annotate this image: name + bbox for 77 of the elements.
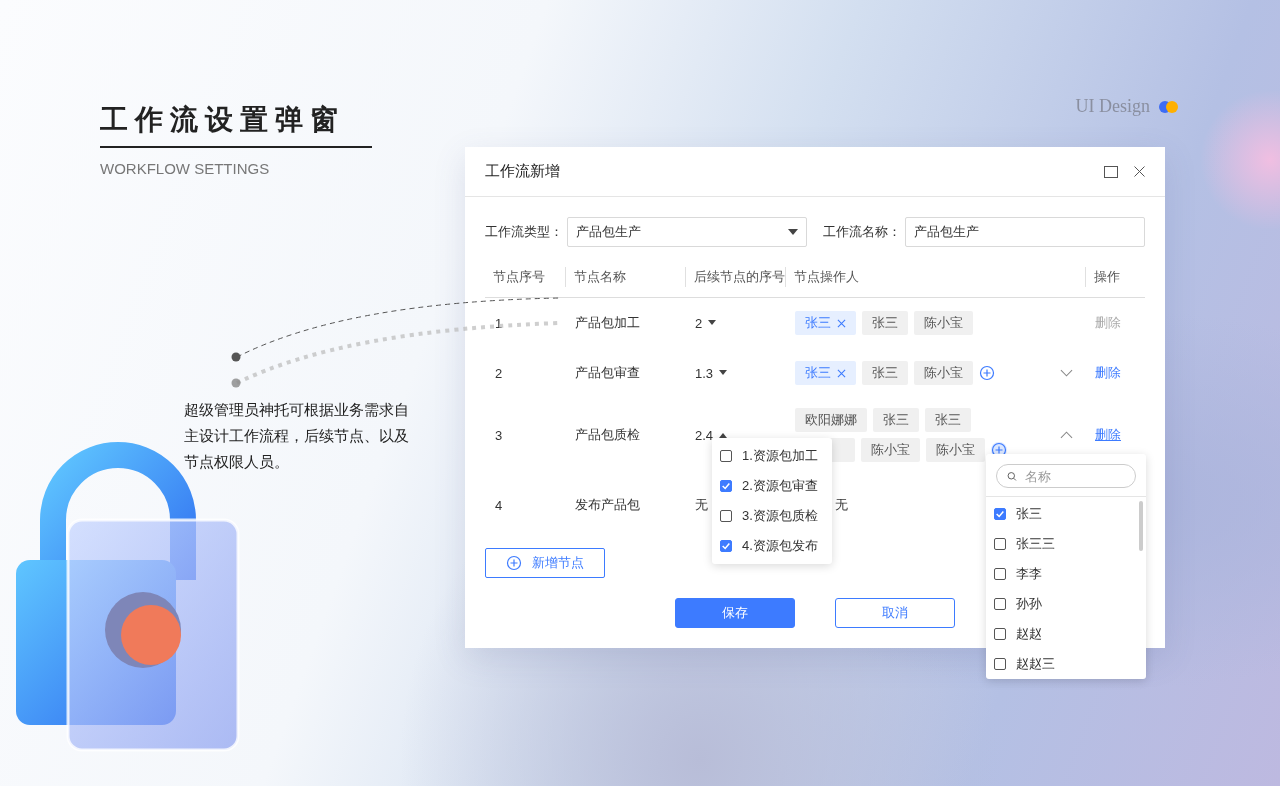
close-icon[interactable] [837,368,846,378]
logo-icon [1158,99,1180,114]
operator-tag[interactable]: 陈小宝 [914,311,973,335]
table-cell-text: 产品包质检 [574,426,641,444]
add-icon[interactable] [506,555,522,571]
list-item[interactable]: 孙孙 [1016,595,1042,613]
field-label: 工作流类型： [485,223,564,241]
table-cell: 无 [695,496,708,514]
table-cell: 无 [835,496,848,514]
operator-tag[interactable]: 张三 [862,311,908,335]
type-select[interactable]: 产品包生产 [567,217,807,247]
list-item[interactable]: 张三 [1016,505,1042,523]
description: 超级管理员神托可根据业务需求自主设计工作流程，后续节点、以及节点权限人员。 [184,400,410,472]
operator-tag[interactable]: 陈小宝 [926,438,985,462]
name-field[interactable]: 产品包生产 [905,217,1145,247]
checkbox[interactable] [994,598,1006,610]
maximize-icon[interactable] [1104,165,1118,178]
delete-link[interactable]: 删除 [1095,365,1121,380]
close-icon[interactable] [837,318,846,328]
page-title: 工作流设置弹窗 [100,103,346,137]
column-header: 节点序号 [492,268,546,286]
scrollbar[interactable] [1139,501,1143,551]
column-header: 节点操作人 [785,267,1085,287]
table-cell-text: 3 [494,427,504,443]
column-header: 后续节点的序号 [685,267,785,287]
table-cell-text: 2 [494,365,504,381]
add-icon[interactable] [979,365,995,381]
caret-icon[interactable] [719,370,728,376]
checkbox[interactable] [720,509,732,522]
operator-tag[interactable]: 张三 [873,408,919,432]
list-item[interactable]: 赵赵 [1016,625,1042,643]
operator-tag[interactable]: 欧阳娜娜 [795,408,867,432]
checkbox[interactable] [994,628,1006,640]
table-cell-text: 产品包审查 [574,364,641,382]
cancel-button[interactable]: 取消 [835,598,955,628]
chevron-icon[interactable] [1060,369,1073,377]
menu-item[interactable]: 1.资源包加工 [742,446,818,465]
close-icon[interactable] [1134,166,1145,177]
table-cell-text: 4 [494,497,504,513]
chevron-icon[interactable] [1060,431,1073,439]
table-cell-text: 发布产品包 [574,496,641,514]
menu-item[interactable]: 2.资源包审查 [742,476,818,495]
caret-icon[interactable] [708,320,717,326]
save-button[interactable]: 保存 [675,598,795,628]
operator-tag[interactable]: 张三 [925,408,971,432]
field-label: 工作流名称： [823,223,902,241]
list-item[interactable]: 张三三 [1016,535,1055,553]
table-cell-text: 1 [494,315,504,331]
operator-tag[interactable]: 陈小宝 [861,438,920,462]
table-cell: 2.4 [695,427,714,443]
table-cell: 2 [695,315,703,331]
menu-item[interactable]: 4.资源包发布 [742,536,818,555]
checkbox[interactable] [994,568,1006,580]
dialog-title: 工作流新增 [485,162,561,181]
checkbox[interactable] [720,479,732,492]
operator-tag[interactable]: 陈小宝 [914,361,973,385]
checkbox[interactable] [720,539,732,552]
column-header: 节点名称 [565,267,685,287]
brand-name: UI Design [1075,96,1150,117]
list-item[interactable]: 赵赵三 [1016,655,1055,673]
delete-link[interactable]: 删除 [1095,427,1121,442]
operator-tag[interactable]: 张三 [862,361,908,385]
checkbox[interactable] [994,508,1006,520]
list-item[interactable]: 李李 [1016,565,1042,583]
checkbox[interactable] [994,658,1006,670]
page-subtitle: WORKFLOW SETTINGS [100,160,271,177]
table-cell-text: 产品包加工 [574,314,641,332]
checkbox[interactable] [994,538,1006,550]
caret-icon [788,228,798,236]
column-header: 操作 [1085,267,1145,287]
menu-item[interactable]: 3.资源包质检 [742,506,818,525]
search-icon [1007,469,1017,483]
operator-tag[interactable]: 张三 [795,361,856,385]
table-cell: 1.3 [695,365,714,381]
checkbox[interactable] [720,449,732,462]
add-node-button[interactable]: 新增节点 [485,548,605,578]
operator-tag[interactable]: 张三 [795,311,856,335]
